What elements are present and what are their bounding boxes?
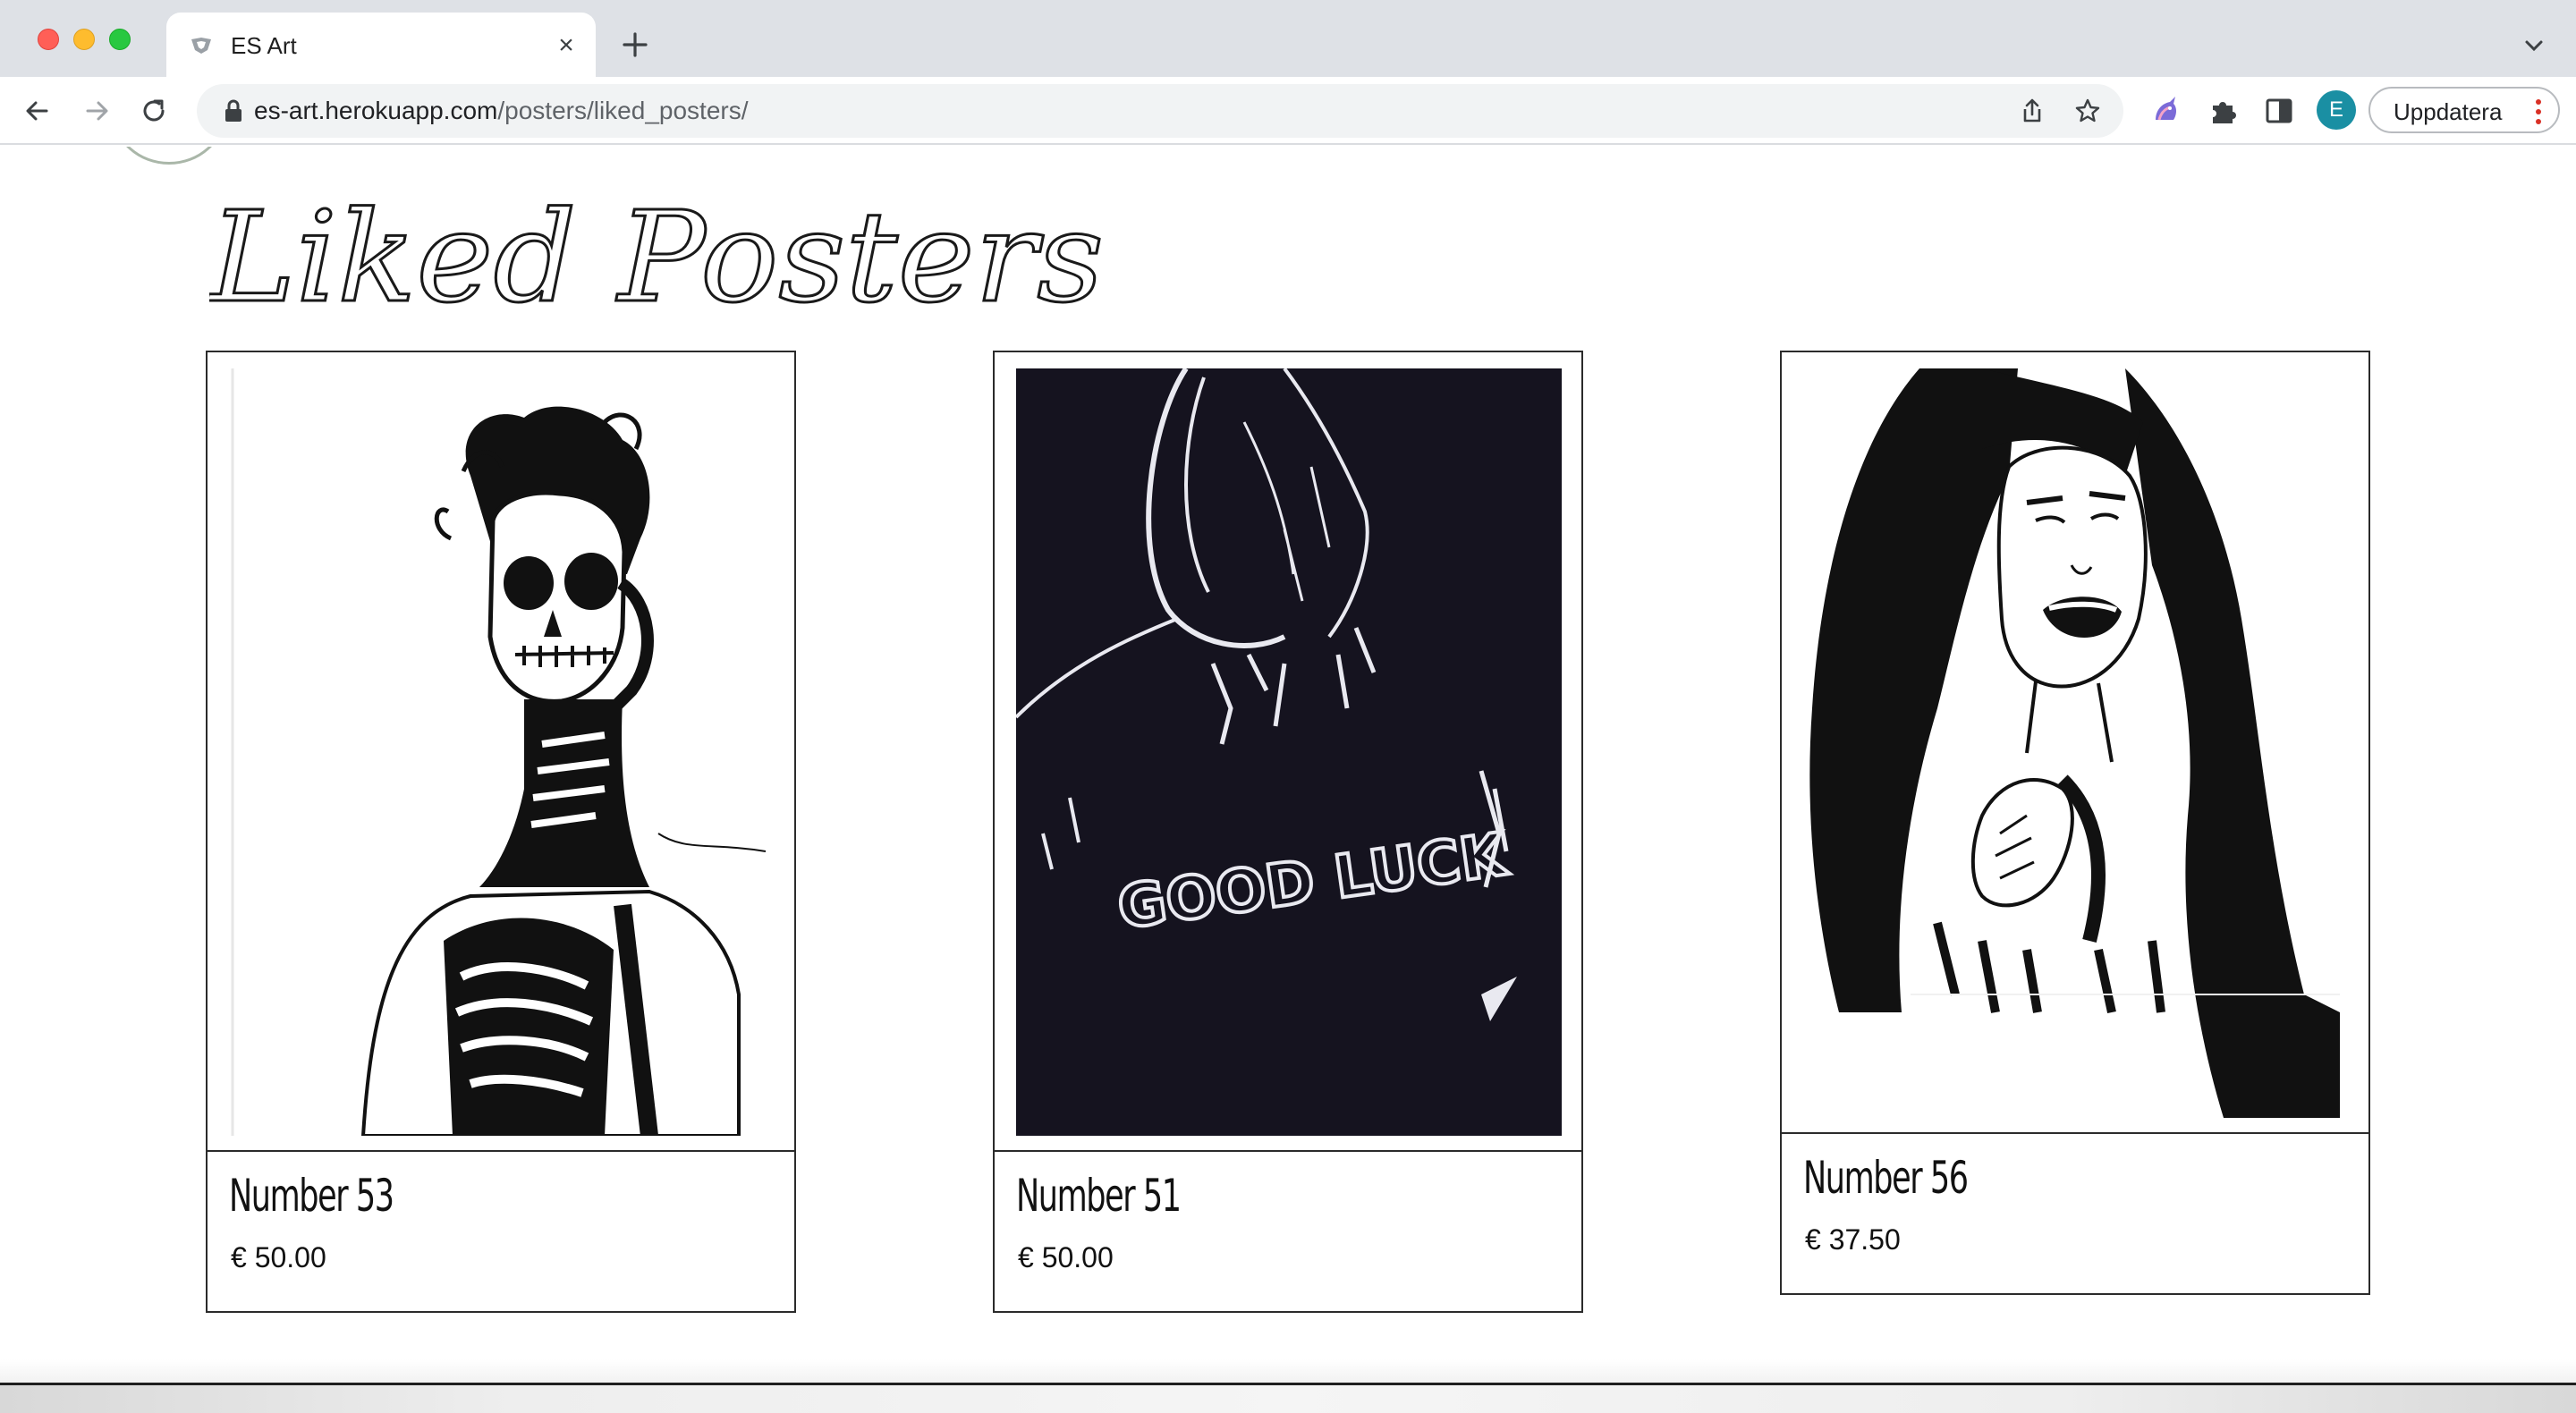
update-button[interactable]: Uppdatera [2368, 87, 2560, 133]
poster-image-laughing-woman[interactable] [1803, 368, 2349, 1118]
poster-name[interactable]: Number 53 [229, 1170, 394, 1222]
minimize-window-button[interactable] [73, 29, 95, 50]
page-title: Liked Posters [209, 186, 1104, 320]
poster-image-skeleton-portrait[interactable] [229, 368, 775, 1136]
url-text[interactable]: es-art.herokuapp.com/posters/liked_poste… [254, 97, 749, 125]
share-icon[interactable] [2018, 97, 2046, 125]
browser-toolbar: es-art.herokuapp.com/posters/liked_poste… [0, 77, 2576, 145]
poster-price: € 50.00 [1018, 1241, 1114, 1273]
reload-icon[interactable] [136, 93, 172, 129]
side-panel-icon[interactable] [2261, 93, 2297, 129]
url-host: es-art.herokuapp.com [254, 97, 498, 124]
footer-band [0, 1385, 2576, 1413]
poster-image-good-luck-jacket[interactable]: GOOD LUCK [1016, 368, 1562, 1136]
poster-card[interactable]: Number 56 € 37.50 [1780, 351, 2370, 1295]
card-divider [995, 1150, 1581, 1152]
bookmark-star-icon[interactable] [2073, 97, 2102, 125]
unicorn-extension-icon[interactable] [2148, 93, 2184, 129]
site-favicon-icon [191, 38, 211, 54]
new-tab-icon[interactable] [617, 27, 653, 63]
close-tab-icon[interactable]: × [553, 32, 580, 59]
footer-fade [0, 1359, 2576, 1383]
profile-avatar[interactable]: E [2317, 90, 2356, 130]
card-divider [208, 1150, 794, 1152]
url-path: /posters/liked_posters/ [497, 97, 749, 124]
poster-price: € 50.00 [231, 1241, 326, 1273]
forward-arrow-icon[interactable] [79, 93, 114, 129]
tab-strip: ES Art × [0, 0, 2576, 77]
page-title-text: Liked Posters [209, 186, 1104, 320]
address-bar[interactable]: es-art.herokuapp.com/posters/liked_poste… [197, 84, 2123, 138]
lock-icon[interactable] [222, 98, 245, 123]
extensions-puzzle-icon[interactable] [2206, 93, 2241, 129]
close-window-button[interactable] [38, 29, 59, 50]
tab-search-chevron-icon[interactable] [2521, 32, 2547, 59]
poster-card[interactable]: Number 53 € 50.00 [206, 351, 796, 1313]
poster-name[interactable]: Number 51 [1016, 1170, 1182, 1222]
poster-card[interactable]: GOOD LUCK Number 51 € 50.00 [993, 351, 1583, 1313]
maximize-window-button[interactable] [109, 29, 131, 50]
site-logo-peek[interactable] [111, 147, 227, 166]
tab-title: ES Art [231, 32, 297, 59]
browser-tab-es-art[interactable]: ES Art × [166, 13, 596, 77]
more-menu-icon[interactable] [2535, 97, 2542, 126]
poster-price: € 37.50 [1805, 1223, 1901, 1256]
back-arrow-icon[interactable] [20, 93, 55, 129]
card-divider [1782, 1132, 2368, 1134]
update-button-label: Uppdatera [2394, 98, 2503, 125]
poster-name[interactable]: Number 56 [1803, 1152, 1969, 1204]
